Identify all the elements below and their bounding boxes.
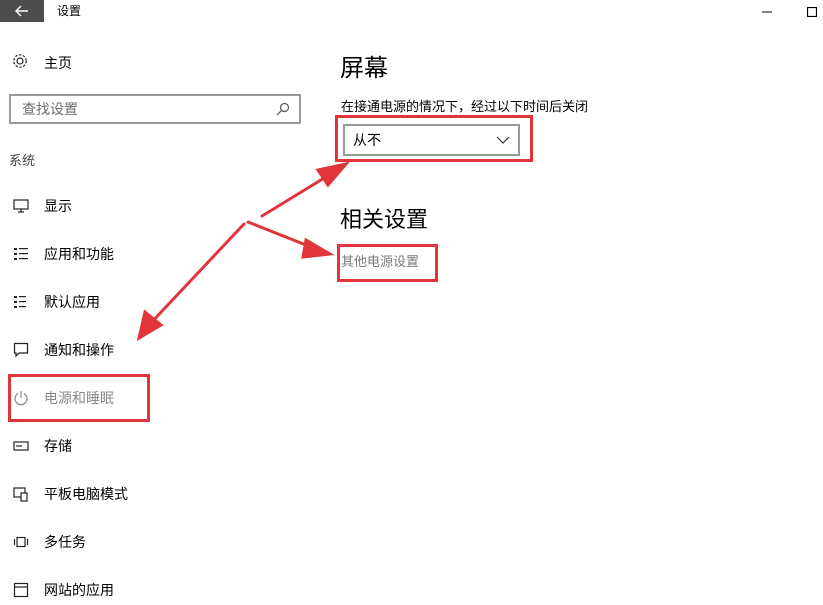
annotation-arrows bbox=[136, 161, 351, 342]
annotation-arrowhead-link bbox=[301, 237, 335, 259]
annotation-arrowhead-dropdown bbox=[315, 161, 351, 188]
annotation-arrow-to-sidebar bbox=[146, 222, 246, 328]
